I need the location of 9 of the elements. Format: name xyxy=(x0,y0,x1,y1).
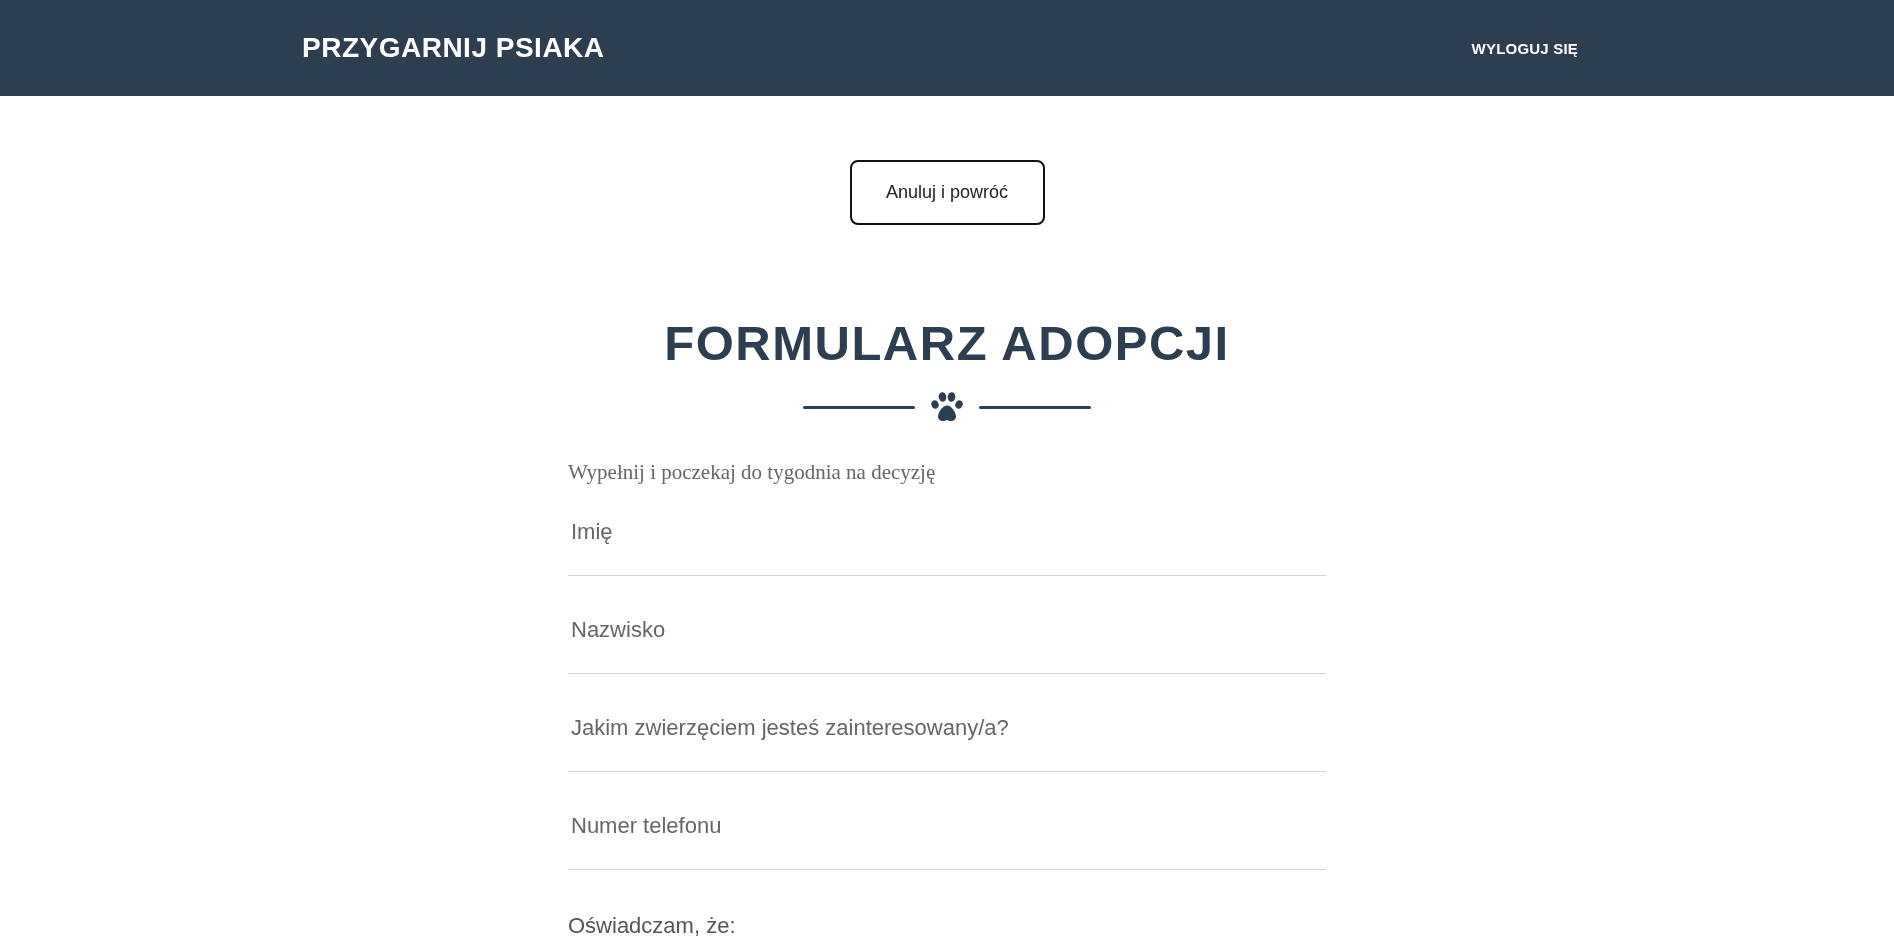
site-logo[interactable]: PRZYGARNIJ PSIAKA xyxy=(302,34,605,62)
paw-icon xyxy=(931,392,963,422)
text-input[interactable]: Jakim zwierzęciem jesteś zainteresowany/a? xyxy=(568,674,1326,772)
form-title: FORMULARZ ADOPCJI xyxy=(664,319,1230,368)
text-input[interactable]: Numer telefonu xyxy=(568,772,1326,870)
logout-link[interactable]: WYLOGUJ SIĘ xyxy=(1471,40,1578,56)
declaration-label: Oświadczam, że: xyxy=(568,915,737,937)
text-input[interactable]: Nazwisko xyxy=(568,576,1326,674)
cancel-button[interactable]: Anuluj i powróć xyxy=(849,160,1045,225)
